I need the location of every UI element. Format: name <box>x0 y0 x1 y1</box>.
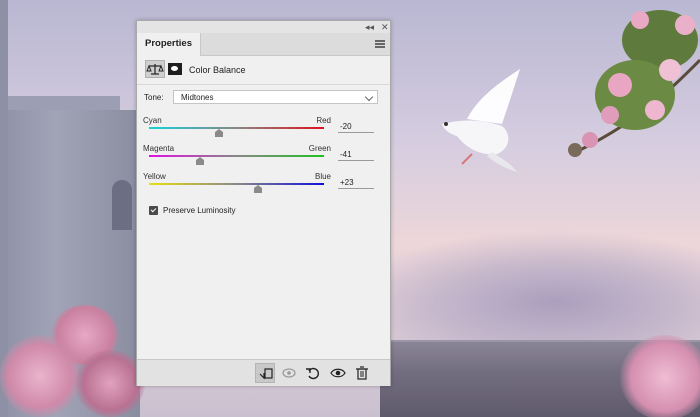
tone-label: Tone: <box>144 93 164 102</box>
slider-value-field[interactable]: -20 <box>338 121 374 133</box>
adjustment-header: Color Balance <box>137 56 390 85</box>
delete-button[interactable] <box>352 363 372 383</box>
cyan-red-slider: Cyan Red -20 <box>143 116 383 146</box>
slider-left-label: Cyan <box>143 116 162 125</box>
slider-thumb[interactable] <box>195 157 204 165</box>
castle-window <box>112 180 132 230</box>
slider-track[interactable] <box>149 127 324 129</box>
flowering-branch <box>568 10 700 157</box>
slider-value-field[interactable]: -41 <box>338 149 374 161</box>
reset-button[interactable] <box>303 363 323 383</box>
blossom <box>0 335 80 417</box>
slider-thumb[interactable] <box>215 129 223 137</box>
visibility-eye-icon <box>330 368 346 378</box>
panel-titlebar[interactable]: ◂◂ ✕ <box>137 21 390 33</box>
panel-menu-icon[interactable] <box>375 40 385 48</box>
preserve-luminosity-checkbox[interactable] <box>149 206 158 215</box>
slider-right-label: Green <box>308 144 331 153</box>
clouds <box>340 230 700 350</box>
collapse-icon[interactable]: ◂◂ <box>365 21 374 33</box>
panel-footer <box>137 359 390 386</box>
blossom <box>75 350 145 417</box>
visibility-button[interactable] <box>328 363 348 383</box>
properties-panel: ◂◂ ✕ Properties Color Balance Tone: Midt… <box>136 20 391 386</box>
slider-right-label: Red <box>316 116 331 125</box>
tone-dropdown[interactable]: Midtones <box>173 90 378 104</box>
blossom <box>620 335 700 417</box>
clip-to-layer-button[interactable] <box>255 363 275 383</box>
layer-mask-icon[interactable] <box>168 63 182 75</box>
tone-row: Tone: Midtones <box>144 90 384 106</box>
panel-tab-row: Properties <box>137 33 390 56</box>
scales-icon <box>146 64 164 75</box>
close-icon[interactable]: ✕ <box>381 21 389 33</box>
trash-icon <box>356 366 368 380</box>
slider-value-field[interactable]: +23 <box>338 177 374 189</box>
tab-properties[interactable]: Properties <box>137 33 201 56</box>
slider-left-label: Magenta <box>143 144 175 153</box>
yellow-blue-slider: Yellow Blue +23 <box>143 172 383 202</box>
slider-left-label: Yellow <box>143 172 166 181</box>
dove <box>442 69 520 172</box>
view-previous-state-icon <box>282 368 296 378</box>
reset-icon <box>306 367 319 380</box>
slider-thumb[interactable] <box>253 185 262 193</box>
slider-right-label: Blue <box>314 172 331 181</box>
clip-to-layer-icon <box>259 368 273 380</box>
preserve-luminosity-label: Preserve Luminosity <box>163 206 236 215</box>
magenta-green-slider: Magenta Green -41 <box>143 144 383 174</box>
tone-dropdown-value: Midtones <box>181 93 214 102</box>
slider-track[interactable] <box>149 155 324 157</box>
slider-track[interactable] <box>149 183 324 185</box>
adjustment-title: Color Balance <box>189 65 246 75</box>
chevron-down-icon <box>364 92 374 102</box>
color-balance-icon <box>145 60 165 78</box>
view-previous-state-button[interactable] <box>279 363 299 383</box>
